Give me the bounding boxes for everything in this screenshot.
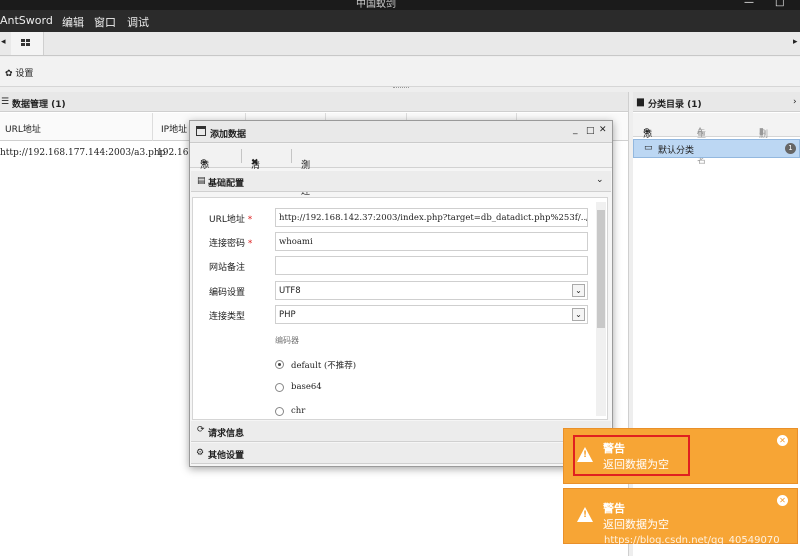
encoder-base64-label: base64 [291, 382, 322, 392]
section-other-settings[interactable]: ⚙ 其他设置 [191, 443, 611, 464]
password-input[interactable]: whoami [275, 232, 588, 251]
section-basic-config[interactable]: ▤ 基础配置 ⌄ [191, 171, 611, 192]
settings-label: 设置 [15, 69, 34, 79]
category-panel-header: ▆ 分类目录 (1) › [633, 92, 800, 112]
tab-home[interactable] [11, 32, 44, 55]
encoder-group-label: 编码器 [275, 336, 299, 345]
encoder-radio-chr[interactable] [275, 407, 284, 416]
note-input[interactable] [275, 256, 588, 275]
window-icon [196, 126, 206, 136]
dialog-titlebar[interactable]: 添加数据 _ □ ✕ [190, 121, 612, 143]
collapse-icon[interactable]: › [793, 97, 797, 107]
tab-scroll-right-button[interactable]: ▸ [793, 37, 798, 47]
category-panel-title: 分类目录 (1) [648, 100, 702, 110]
note-field-label: 网站备注 [209, 263, 246, 273]
toast-title: 警告 [603, 502, 625, 515]
gear-icon: ✿ [5, 69, 13, 79]
toast-message: 返回数据为空 [603, 518, 669, 531]
category-item-default[interactable]: ▭ 默认分类 1 [633, 139, 800, 158]
encoder-radio-base64[interactable] [275, 383, 284, 392]
encoder-chr-label: chr [291, 406, 306, 416]
category-item-label: 默认分类 [658, 146, 695, 156]
menu-debug[interactable]: 调试 [127, 14, 149, 30]
scrollbar-thumb[interactable] [597, 210, 605, 328]
url-input[interactable]: http://192.168.142.37:2003/index.php?tar… [275, 208, 588, 227]
form-scrollbar[interactable] [596, 202, 606, 416]
type-field-label: 连接类型 [209, 312, 246, 322]
chevron-down-icon: ⌄ [596, 175, 604, 185]
menu-window[interactable]: 窗口 [94, 14, 116, 30]
settings-toolbar: ✿ 设置 [0, 57, 800, 87]
highlight-box [573, 435, 690, 476]
dialog-title: 添加数据 [210, 130, 247, 140]
toast-close-button[interactable]: ✕ [777, 495, 788, 506]
category-panel: ▆ 分类目录 (1) › ⊕添加 A 重命名 ▮ 删除 ▭ 默认分类 1 [633, 92, 800, 556]
category-count-badge: 1 [785, 143, 796, 154]
window-title: 中国蚁剑 [356, 0, 396, 10]
warning-toast[interactable]: 警告 返回数据为空 ✕ [563, 428, 798, 484]
cogs-icon: ⚙ [196, 448, 205, 458]
section-other-label: 其他设置 [208, 451, 245, 461]
folder-outline-icon: ▭ [644, 143, 653, 153]
toast-close-button[interactable]: ✕ [777, 435, 788, 446]
chevron-down-icon: ⌄ [572, 308, 585, 321]
type-select[interactable]: PHP ⌄ [275, 305, 588, 324]
settings-button[interactable]: ✿ 设置 [5, 66, 33, 79]
url-field-label: URL地址 * [209, 215, 253, 225]
dialog-toolbar: ⊕添加 ✖清空 ⁘ 测试连接 [190, 144, 612, 210]
encoding-field-label: 编码设置 [209, 288, 246, 298]
dialog-minimize-button[interactable]: _ [573, 125, 578, 135]
data-panel-header: ☰ 数据管理 (1) [0, 92, 628, 112]
minimize-button[interactable]: — [744, 0, 754, 8]
type-select-value: PHP [279, 310, 296, 320]
encoding-select-value: UTF8 [279, 286, 301, 296]
encoder-radio-default[interactable] [275, 360, 284, 369]
dialog-maximize-button[interactable]: □ [586, 126, 595, 136]
section-request-info[interactable]: ⟳ 请求信息 [191, 421, 611, 442]
file-icon: ▤ [197, 176, 206, 186]
data-panel-title: 数据管理 (1) [12, 100, 66, 110]
chevron-down-icon: ⌄ [572, 284, 585, 297]
column-ip[interactable]: IP地址 [161, 122, 187, 135]
category-toolbar: ⊕添加 A 重命名 ▮ 删除 [633, 113, 800, 166]
window-titlebar: 中国蚁剑 — □ [0, 0, 800, 10]
maximize-button[interactable]: □ [775, 0, 784, 8]
column-url[interactable]: URL地址 [5, 122, 41, 135]
row-url: http://192.168.177.144:2003/a3.php [0, 148, 166, 158]
encoding-select[interactable]: UTF8 ⌄ [275, 281, 588, 300]
splitter-handle[interactable] [393, 87, 409, 89]
menu-bar: AntSword 编辑 窗口 调试 [0, 10, 800, 32]
section-basic-label: 基础配置 [208, 179, 245, 189]
password-field-label: 连接密码 * [209, 239, 253, 249]
watermark: https://blog.csdn.net/qq_40549070 [604, 535, 780, 546]
tab-bar: ◂ ▸ [0, 32, 800, 56]
list-icon: ☰ [1, 97, 10, 107]
basic-config-form: URL地址 * http://192.168.142.37:2003/index… [192, 197, 608, 420]
warning-icon [577, 507, 593, 522]
menu-antsword[interactable]: AntSword [0, 14, 53, 27]
dialog-close-button[interactable]: ✕ [599, 125, 607, 135]
refresh-icon: ⟳ [197, 425, 205, 435]
folder-icon: ▆ [637, 97, 644, 107]
add-data-dialog: 添加数据 _ □ ✕ ⊕添加 ✖清空 ⁘ 测试连接 ▤ 基础配置 ⌄ URL地址… [189, 120, 613, 467]
section-request-label: 请求信息 [208, 429, 245, 439]
tab-scroll-left-button[interactable]: ◂ [1, 37, 6, 47]
encoder-default-label: default (不推荐) [291, 361, 357, 371]
menu-edit[interactable]: 编辑 [62, 14, 84, 30]
grid-icon [21, 39, 30, 47]
